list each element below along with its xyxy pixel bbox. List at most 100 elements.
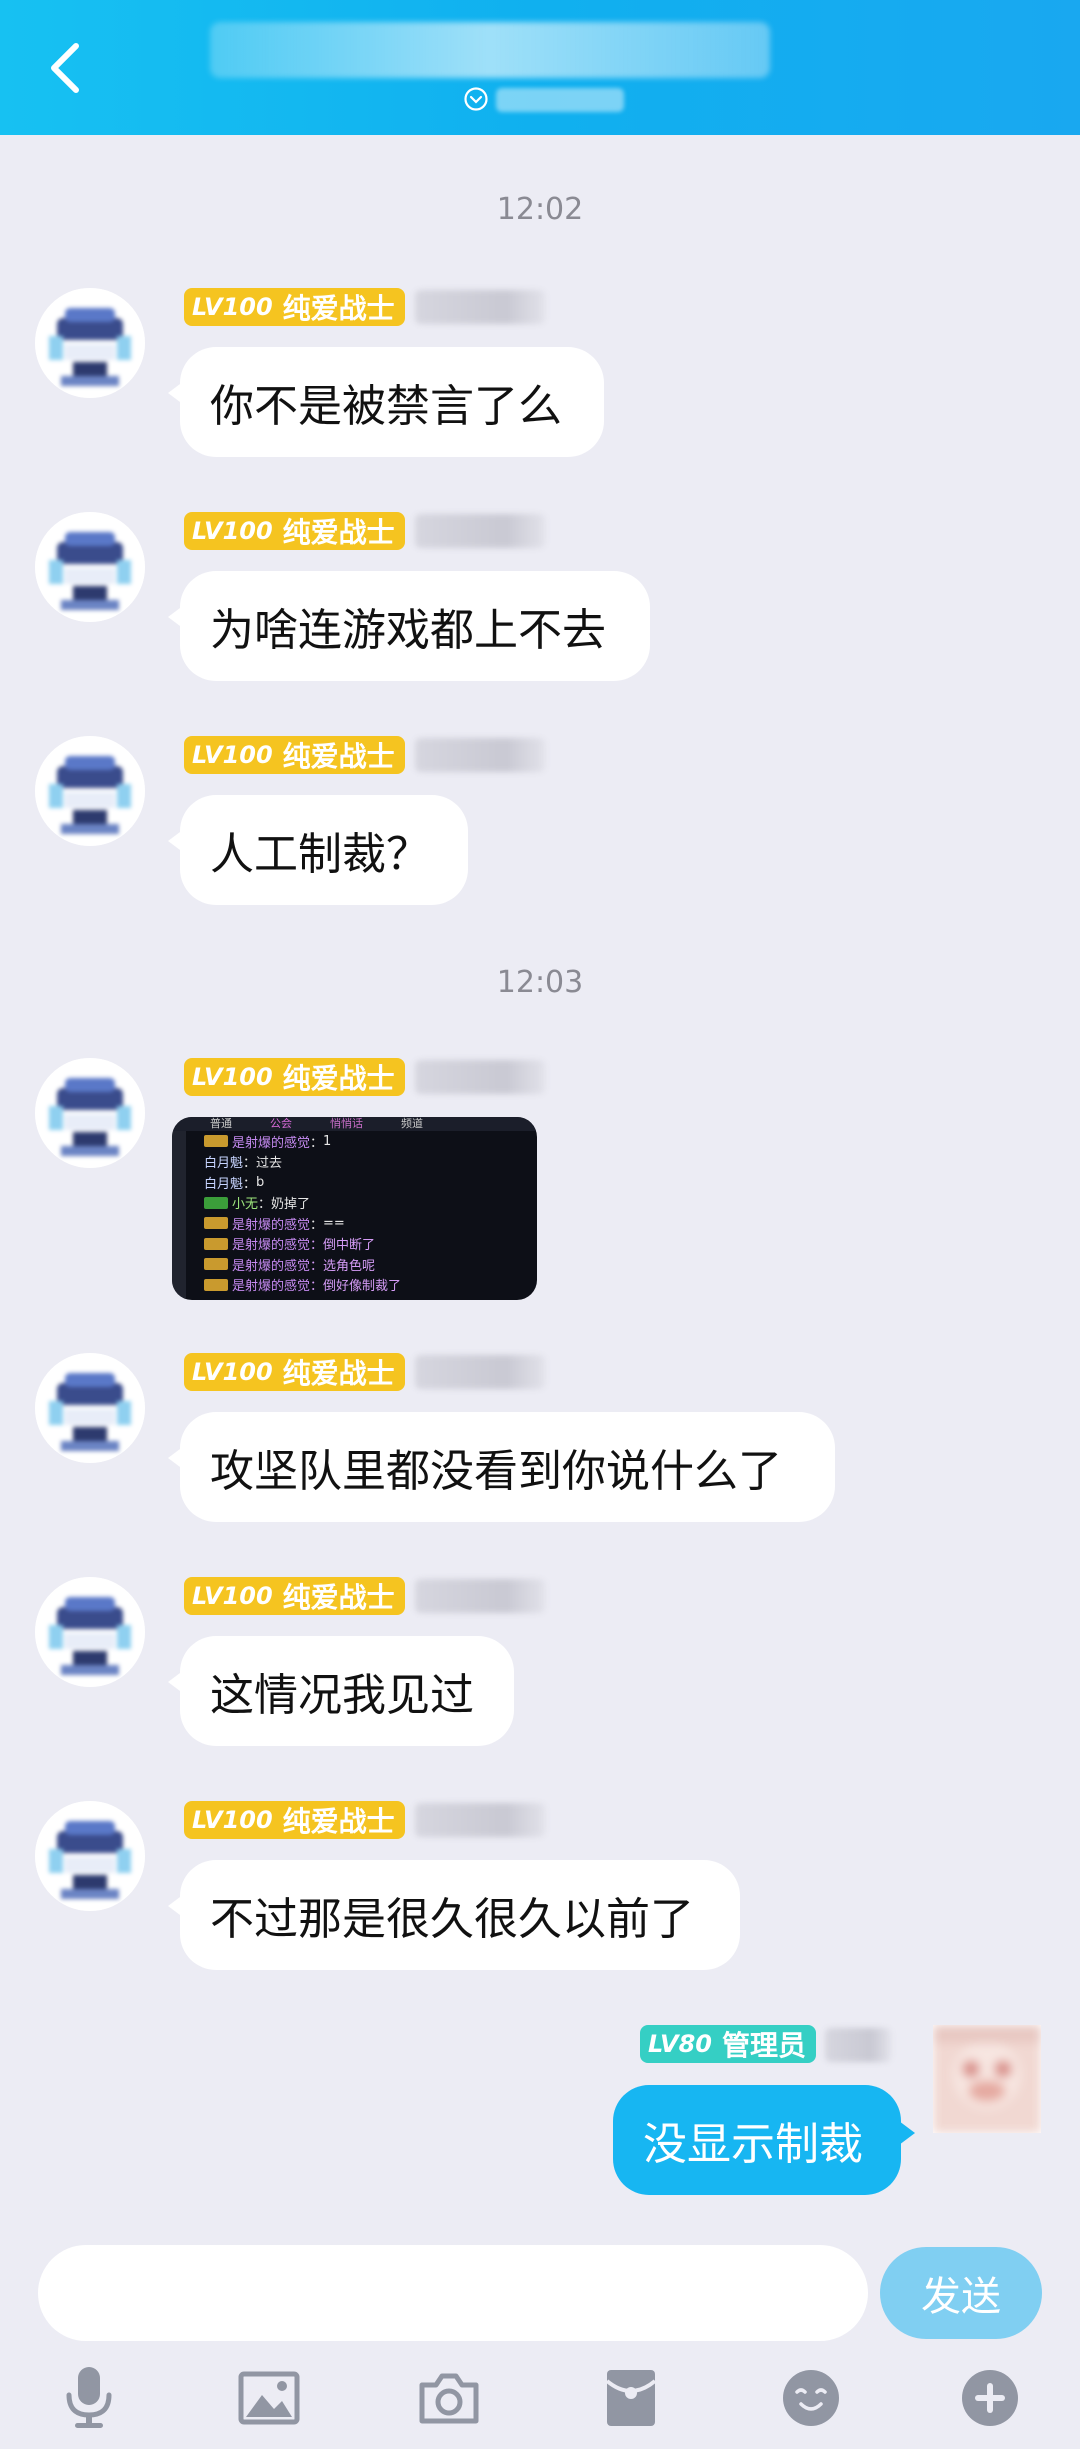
game-chat-sidebar [172,1131,186,1300]
member-level-tag: LV100 纯爱战士 [184,512,405,550]
sender-name-blurred [415,1355,545,1389]
message-text: 为啥连游戏都上不去 [210,605,606,656]
avatar[interactable] [35,1058,145,1168]
game-chat-line: 是射爆的感觉 ： 倒中断了 [172,1234,537,1255]
image-icon [238,2371,300,2425]
sender-name-blurred [415,290,545,324]
emoji-icon [783,2370,839,2426]
level-label: LV100 [192,741,273,769]
message-text: 这情况我见过 [210,1670,474,1721]
game-chat-line: 是射爆的感觉 ： 选角色呢 [172,1254,537,1275]
emoji-button[interactable] [778,2365,844,2431]
game-chat-line: 是射爆的感觉 ： == [172,1213,537,1234]
message-text: 不过那是很久很久以前了 [210,1894,694,1945]
sender-name-blurred [415,1803,545,1837]
avatar[interactable] [35,512,145,622]
avatar-image [35,1058,145,1168]
timestamp: 12:03 [496,965,584,1000]
game-chat-line: 白月魁 ： 过去 [204,1156,283,1172]
sender-name-blurred [415,1579,545,1613]
game-chat-line: 白月魁 ： b [204,1174,265,1192]
member-title: 纯爱战士 [282,740,395,773]
sender-name-blurred [415,514,545,548]
member-level-tag: LV100 纯爱战士 [184,1058,405,1096]
message-text: 你不是被禁言了么 [210,381,562,432]
message-input[interactable] [38,2245,868,2341]
message-bubble[interactable]: 攻坚队里都没看到你说什么了 [168,1412,835,1522]
avatar[interactable] [35,1801,145,1911]
level-label: LV80 [648,2030,712,2058]
chevron-down-circle-icon[interactable] [463,86,489,112]
rank-badge-icon [204,1237,228,1250]
avatar-image [35,1801,145,1911]
camera-button[interactable] [416,2365,482,2431]
my-level-tag: LV80 管理员 [640,2025,816,2063]
rank-badge-icon [204,1135,228,1148]
member-title: 纯爱战士 [282,1062,395,1095]
message-text: 人工制裁？ [210,829,430,880]
sender-name-blurred [415,738,545,772]
avatar-image [35,512,145,622]
game-chat-line: 小无 ： 奶掉了 [172,1193,537,1214]
red-packet-button[interactable] [598,2365,664,2431]
avatar[interactable] [35,736,145,846]
message-text: 没显示制裁 [643,2119,863,2170]
chevron-left-icon [51,43,79,93]
avatar[interactable] [35,1353,145,1463]
member-level-tag: LV100 纯爱战士 [184,736,405,774]
message-bubble[interactable]: 你不是被禁言了么 [168,347,604,457]
level-label: LV100 [192,1358,273,1386]
message-bubble[interactable]: 为啥连游戏都上不去 [168,571,650,681]
chat-header [0,0,1080,135]
plus-icon [962,2370,1018,2426]
level-label: LV100 [192,1806,273,1834]
level-label: LV100 [192,1063,273,1091]
level-label: LV100 [192,293,273,321]
member-title: 纯爱战士 [282,1357,395,1390]
camera-icon [419,2373,479,2424]
game-tab: 悄悄话 [330,1117,363,1130]
member-level-tag: LV100 纯爱战士 [184,1353,405,1391]
game-tab: 频道 [401,1117,423,1130]
sender-name-blurred [415,1060,545,1094]
gallery-button[interactable] [236,2365,302,2431]
avatar-image [35,1577,145,1687]
group-subtitle-blurred [496,88,624,112]
send-label: 发送 [921,2274,1001,2320]
rank-badge-icon [204,1278,228,1291]
member-level-tag: LV100 纯爱战士 [184,1801,405,1839]
timestamp: 12:02 [496,192,584,227]
game-chat-tabs: 普通 公会 悄悄话 频道 [172,1117,537,1131]
game-chat-line: 是射爆的感觉 ： 1 [172,1131,537,1152]
back-button[interactable] [40,38,90,98]
message-bubble[interactable]: 不过那是很久很久以前了 [168,1860,740,1970]
member-title: 纯爱战士 [282,1805,395,1838]
more-button[interactable] [957,2365,1023,2431]
my-message-bubble[interactable]: 没显示制裁 [613,2085,915,2195]
message-text: 攻坚队里都没看到你说什么了 [210,1446,782,1497]
send-button[interactable]: 发送 [880,2247,1042,2339]
rank-badge-icon [204,1196,228,1209]
game-chat-line: 是射爆的感觉 ： 倒好像制裁了 [172,1275,537,1296]
my-avatar-image [933,2025,1041,2133]
member-title: 纯爱战士 [282,1581,395,1614]
avatar-image [35,1353,145,1463]
member-level-tag: LV100 纯爱战士 [184,1577,405,1615]
red-packet-icon [605,2370,657,2426]
member-title: 纯爱战士 [282,516,395,549]
member-title: 管理员 [721,2029,806,2062]
rank-badge-icon [204,1258,228,1271]
member-title: 纯爱战士 [282,292,395,325]
member-level-tag: LV100 纯爱战士 [184,288,405,326]
avatar[interactable] [35,1577,145,1687]
my-avatar[interactable] [933,2025,1041,2133]
voice-button[interactable] [56,2365,122,2431]
message-bubble[interactable]: 这情况我见过 [168,1636,514,1746]
my-name-blurred [825,2028,891,2062]
avatar[interactable] [35,288,145,398]
image-message[interactable]: 普通 公会 悄悄话 频道 是射爆的感觉 ： 1 白月魁 ： 过去 白月魁 ： b… [172,1117,537,1300]
message-bubble[interactable]: 人工制裁？ [168,795,468,905]
microphone-icon [66,2367,112,2428]
level-label: LV100 [192,1582,273,1610]
level-label: LV100 [192,517,273,545]
